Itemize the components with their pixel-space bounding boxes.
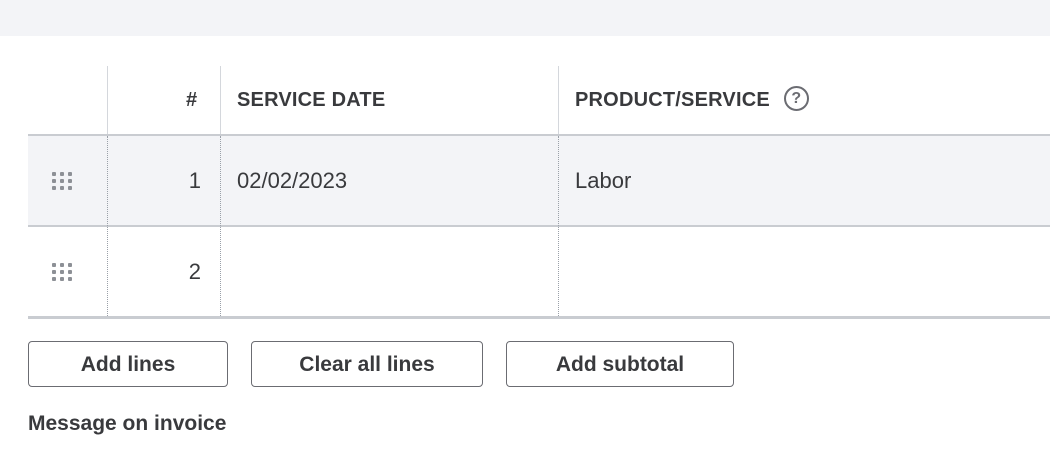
column-divider (107, 136, 108, 316)
column-divider (558, 66, 559, 134)
add-lines-button[interactable]: Add lines (28, 341, 228, 387)
clear-all-lines-button[interactable]: Clear all lines (251, 341, 483, 387)
drag-handle-icon[interactable] (52, 263, 73, 281)
header-product-service: PRODUCT/SERVICE? (575, 66, 809, 134)
header-number: # (186, 89, 198, 111)
table-row[interactable]: 1 02/02/2023 Labor (28, 136, 1050, 227)
drag-handle-icon[interactable] (52, 172, 73, 190)
row-number: 1 (188, 168, 201, 193)
table-header-row: # SERVICE DATE PRODUCT/SERVICE? (28, 66, 1050, 136)
row-number: 2 (188, 259, 201, 284)
column-divider (220, 136, 221, 316)
product-service-cell[interactable]: Labor (575, 136, 631, 225)
header-product-service-label: PRODUCT/SERVICE (575, 89, 770, 111)
column-divider (558, 136, 559, 316)
header-service-date: SERVICE DATE (237, 89, 386, 111)
line-items-table: # SERVICE DATE PRODUCT/SERVICE? 1 02/02/… (28, 66, 1050, 319)
column-divider (220, 66, 221, 134)
column-divider (107, 66, 108, 134)
message-on-invoice-label: Message on invoice (28, 412, 227, 435)
table-row[interactable]: 2 (28, 227, 1050, 319)
service-date-cell[interactable]: 02/02/2023 (237, 136, 347, 225)
top-band (0, 0, 1050, 36)
add-subtotal-button[interactable]: Add subtotal (506, 341, 734, 387)
help-circle-icon[interactable]: ? (783, 86, 809, 112)
